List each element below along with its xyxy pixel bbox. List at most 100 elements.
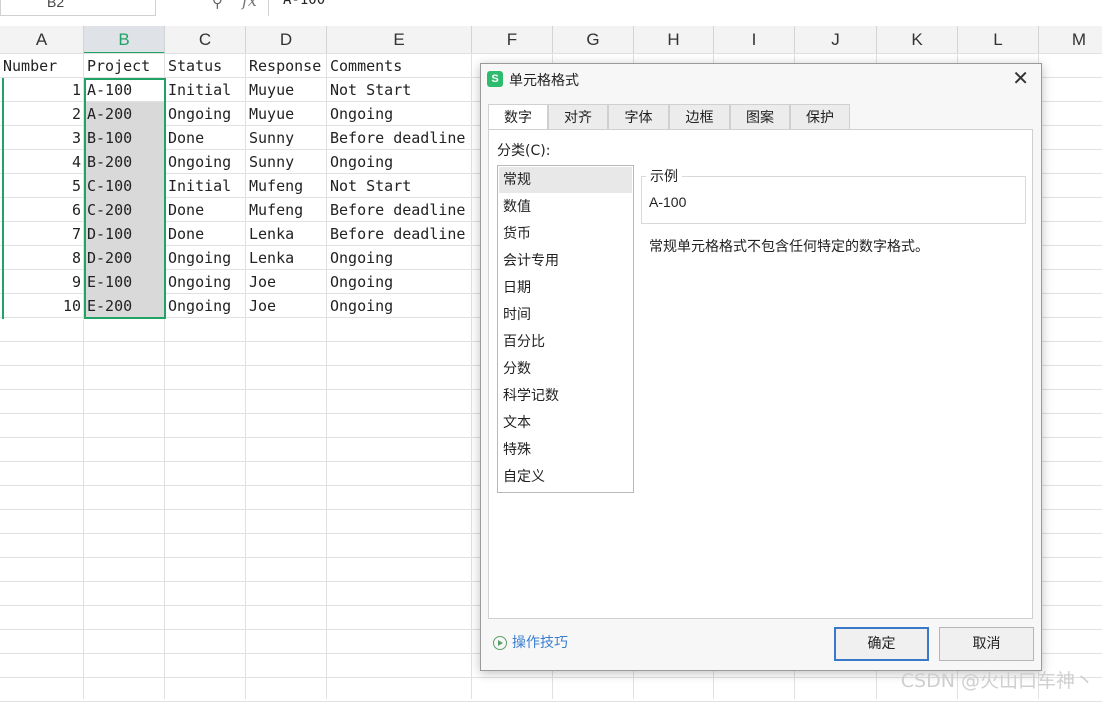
cell-number[interactable]: 10 — [0, 294, 84, 318]
close-icon[interactable]: ✕ — [1012, 66, 1029, 90]
cell-number[interactable]: 8 — [0, 246, 84, 270]
formula-bar: B2 ▼ ⚲ fx A-100 — [0, 0, 1102, 16]
tab-4[interactable]: 图案 — [730, 104, 790, 130]
cell-response[interactable]: Muyue — [246, 102, 327, 126]
tips-label: 操作技巧 — [512, 635, 568, 651]
cell-number[interactable]: 5 — [0, 174, 84, 198]
category-item[interactable]: 自定义 — [499, 464, 632, 490]
column-header-g[interactable]: G — [553, 26, 634, 54]
cell-number[interactable]: 3 — [0, 126, 84, 150]
chevron-down-icon[interactable]: ▼ — [139, 0, 149, 3]
category-item[interactable]: 百分比 — [499, 329, 632, 355]
selection-indicator — [2, 78, 4, 319]
cell-project[interactable]: B-200 — [84, 150, 165, 174]
fx-icon[interactable]: fx — [242, 0, 257, 10]
column-header-j[interactable]: J — [795, 26, 877, 54]
cell-response[interactable]: Sunny — [246, 126, 327, 150]
cell-status[interactable]: Ongoing — [165, 150, 246, 174]
cell-response[interactable]: Lenka — [246, 246, 327, 270]
category-item[interactable]: 常规 — [499, 167, 632, 193]
cell-header-project[interactable]: Project — [84, 54, 165, 78]
tips-link[interactable]: 操作技巧 — [493, 632, 568, 652]
cell-status[interactable]: Ongoing — [165, 102, 246, 126]
cell-response[interactable]: Lenka — [246, 222, 327, 246]
ok-button[interactable]: 确定 — [834, 627, 929, 661]
column-header-b[interactable]: B — [84, 26, 165, 54]
cell-project[interactable]: A-100 — [84, 78, 165, 102]
cell-status[interactable]: Ongoing — [165, 246, 246, 270]
formula-input[interactable]: A-100 — [268, 0, 1102, 16]
column-header-a[interactable]: A — [0, 26, 84, 54]
name-box[interactable]: B2 ▼ — [0, 0, 156, 16]
cancel-button[interactable]: 取消 — [939, 627, 1034, 661]
tab-0[interactable]: 数字 — [488, 104, 548, 131]
cell-project[interactable]: E-100 — [84, 270, 165, 294]
cell-status[interactable]: Done — [165, 126, 246, 150]
cell-header-number[interactable]: Number — [0, 54, 84, 78]
cell-header-comments[interactable]: Comments — [327, 54, 472, 78]
cell-response[interactable]: Mufeng — [246, 174, 327, 198]
example-box — [641, 176, 1026, 224]
cell-project[interactable]: D-200 — [84, 246, 165, 270]
column-header-f[interactable]: F — [472, 26, 553, 54]
number-panel: 分类(C): 常规 数值 货币 会计专用 日期 时间 百分比 分数 科学记数 文本 特殊 自定义 示例… — [488, 129, 1033, 619]
category-item[interactable]: 日期 — [499, 275, 632, 301]
category-item[interactable]: 会计专用 — [499, 248, 632, 274]
cell-status[interactable]: Done — [165, 198, 246, 222]
cell-status[interactable]: Done — [165, 222, 246, 246]
cell-number[interactable]: 6 — [0, 198, 84, 222]
cell-number[interactable]: 9 — [0, 270, 84, 294]
tab-5[interactable]: 保护 — [790, 104, 850, 130]
column-header-i[interactable]: I — [714, 26, 795, 54]
example-legend: 示例 — [646, 166, 682, 186]
cell-number[interactable]: 1 — [0, 78, 84, 102]
category-item[interactable]: 文本 — [499, 410, 632, 436]
category-item[interactable]: 特殊 — [499, 437, 632, 463]
tab-2[interactable]: 字体 — [608, 104, 669, 130]
dialog-title: 单元格格式 — [509, 73, 579, 89]
cell-response[interactable]: Joe — [246, 270, 327, 294]
cell-header-status[interactable]: Status — [165, 54, 246, 78]
column-header-d[interactable]: D — [246, 26, 327, 54]
category-item[interactable]: 数值 — [499, 194, 632, 220]
formula-value: A-100 — [283, 0, 326, 8]
app-logo-icon: S — [487, 71, 503, 87]
column-header-e[interactable]: E — [327, 26, 472, 54]
cell-project[interactable]: C-200 — [84, 198, 165, 222]
cell-response[interactable]: Mufeng — [246, 198, 327, 222]
watermark: CSDN @火山口车神丶 — [900, 670, 1094, 692]
cell-project[interactable]: C-100 — [84, 174, 165, 198]
column-header-m[interactable]: M — [1039, 26, 1102, 54]
cell-header-response[interactable]: Response — [246, 54, 327, 78]
zoom-search-icon[interactable]: ⚲ — [212, 0, 223, 11]
name-box-value: B2 — [47, 0, 65, 10]
category-item[interactable]: 货币 — [499, 221, 632, 247]
cell-number[interactable]: 2 — [0, 102, 84, 126]
cell-number[interactable]: 7 — [0, 222, 84, 246]
cell-project[interactable]: D-100 — [84, 222, 165, 246]
column-header-h[interactable]: H — [634, 26, 714, 54]
cell-status[interactable]: Initial — [165, 174, 246, 198]
cell-response[interactable]: Sunny — [246, 150, 327, 174]
category-item[interactable]: 时间 — [499, 302, 632, 328]
cell-number[interactable]: 4 — [0, 150, 84, 174]
category-list[interactable]: 常规 数值 货币 会计专用 日期 时间 百分比 分数 科学记数 文本 特殊 自定义 — [497, 165, 634, 493]
cell-project[interactable]: B-100 — [84, 126, 165, 150]
example-value: A-100 — [649, 194, 687, 210]
column-header-k[interactable]: K — [877, 26, 958, 54]
cell-project[interactable]: A-200 — [84, 102, 165, 126]
category-item[interactable]: 分数 — [499, 356, 632, 382]
format-cells-dialog: S 单元格格式 ✕ 数字 对齐 字体 边框 图案 保护 分类(C): 常规 数值 货币 会计专用… — [480, 63, 1042, 671]
cell-status[interactable]: Ongoing — [165, 270, 246, 294]
cell-project[interactable]: E-200 — [84, 294, 165, 318]
column-header-l[interactable]: L — [958, 26, 1039, 54]
cell-status[interactable]: Ongoing — [165, 294, 246, 318]
category-item[interactable]: 科学记数 — [499, 383, 632, 409]
cell-response[interactable]: Joe — [246, 294, 327, 318]
cell-status[interactable]: Initial — [165, 78, 246, 102]
format-description: 常规单元格格式不包含任何特定的数字格式。 — [649, 239, 929, 255]
tab-1[interactable]: 对齐 — [548, 104, 608, 130]
tab-3[interactable]: 边框 — [669, 104, 730, 130]
column-header-c[interactable]: C — [165, 26, 246, 54]
cell-response[interactable]: Muyue — [246, 78, 327, 102]
